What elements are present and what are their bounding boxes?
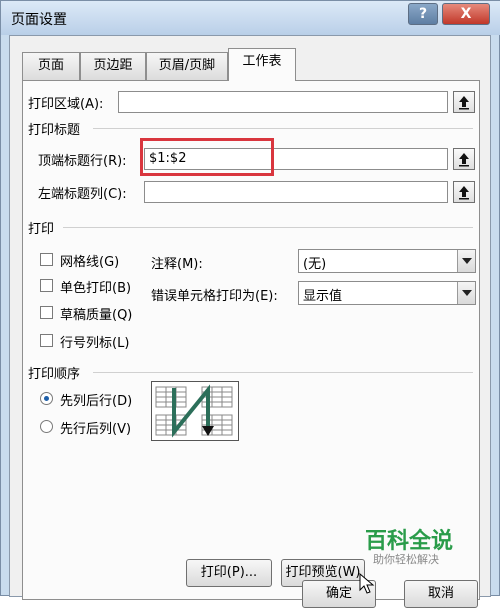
columns-to-repeat-input[interactable] (144, 181, 448, 203)
gridlines-checkbox[interactable] (40, 253, 53, 266)
mouse-cursor-icon (359, 573, 375, 594)
dialog-title: 页面设置 (11, 12, 67, 28)
page-setup-dialog: 页面设置 ? X 页面 页边距 页眉/页脚 工作表 打印区域(A): 打印标题 … (0, 0, 500, 608)
tab-header-footer[interactable]: 页眉/页脚 (146, 52, 228, 80)
cell-errors-select[interactable]: 显示值 (298, 281, 476, 305)
comments-label: 注释(M): (151, 257, 203, 272)
draft-quality-checkbox[interactable] (40, 306, 53, 319)
columns-to-repeat-label: 左端标题列(C): (38, 187, 127, 202)
collapse-dialog-icon (459, 153, 469, 167)
sheet-tab-panel: 打印区域(A): 打印标题 顶端标题行(R): $1:$2 左端标题列(C): … (22, 80, 480, 600)
comments-select[interactable]: (无) (298, 249, 476, 273)
page-order-header: 打印顺序 (28, 367, 81, 382)
dropdown-arrow-icon (457, 282, 475, 304)
cell-errors-label: 错误单元格打印为(E): (151, 289, 278, 304)
row-col-headings-label: 行号列标(L) (60, 336, 130, 351)
collapse-dialog-icon (459, 186, 469, 200)
page-order-icon (155, 384, 233, 438)
highlight-box (140, 138, 274, 176)
divider (93, 372, 473, 373)
close-button[interactable]: X (442, 3, 490, 25)
print-area-label: 打印区域(A): (28, 97, 104, 112)
divider (93, 128, 473, 129)
print-titles-header: 打印标题 (28, 123, 81, 138)
row-col-headings-checkbox[interactable] (40, 334, 53, 347)
cancel-button[interactable]: 取消 (404, 580, 478, 608)
rows-to-repeat-label: 顶端标题行(R): (38, 154, 127, 169)
print-button[interactable]: 打印(P)... (186, 559, 272, 587)
title-bar[interactable]: 页面设置 ? X (1, 1, 500, 35)
divider (63, 227, 473, 228)
print-area-input[interactable] (118, 91, 448, 113)
comments-value: (无) (303, 257, 327, 272)
over-then-down-label: 先行后列(V) (60, 422, 132, 437)
print-area-range-button[interactable] (453, 91, 475, 113)
black-and-white-checkbox[interactable] (40, 279, 53, 292)
gridlines-label: 网格线(G) (60, 255, 120, 270)
dialog-client-area: 页面 页边距 页眉/页脚 工作表 打印区域(A): 打印标题 顶端标题行(R):… (9, 35, 491, 608)
cell-errors-value: 显示值 (303, 289, 343, 304)
rows-range-button[interactable] (453, 148, 475, 170)
tab-sheet[interactable]: 工作表 (228, 48, 296, 81)
tab-margins[interactable]: 页边距 (80, 52, 146, 80)
black-and-white-label: 单色打印(B) (60, 281, 132, 296)
down-then-over-radio[interactable] (40, 392, 53, 405)
draft-quality-label: 草稿质量(Q) (60, 308, 133, 323)
over-then-down-radio[interactable] (40, 420, 53, 433)
dropdown-arrow-icon (457, 250, 475, 272)
tab-page[interactable]: 页面 (22, 52, 80, 80)
collapse-dialog-icon (459, 96, 469, 110)
watermark-subtitle: 助你轻松解决 (373, 553, 439, 566)
down-then-over-label: 先列后行(D) (60, 394, 133, 409)
page-order-preview (151, 381, 239, 441)
print-header: 打印 (28, 222, 55, 237)
help-button[interactable]: ? (408, 3, 438, 25)
columns-range-button[interactable] (453, 181, 475, 203)
